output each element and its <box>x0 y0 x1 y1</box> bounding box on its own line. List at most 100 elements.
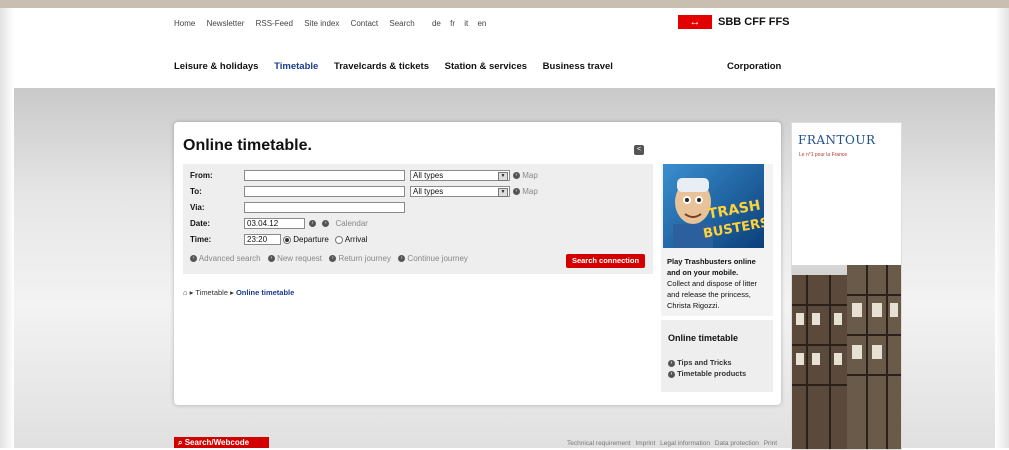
search-icon: ⌕ <box>178 438 183 447</box>
nav-search-link[interactable]: Search <box>389 19 414 28</box>
time-label: Time: <box>190 235 212 244</box>
arrow-right-icon: › <box>668 370 675 378</box>
nav-home-link[interactable]: Home <box>174 19 195 28</box>
frantour-ad[interactable]: FRANTOUR Le n°1 pour la France <box>791 122 902 450</box>
nav-siteindex-link[interactable]: Site index <box>304 19 339 28</box>
footer-legal-link[interactable]: Legal information <box>660 440 710 447</box>
to-type-select[interactable]: All types ▼ <box>410 186 510 197</box>
arrow-right-icon: › <box>513 188 520 196</box>
via-label: Via: <box>190 203 205 212</box>
nav-contact-link[interactable]: Contact <box>351 19 379 28</box>
search-webcode-label: Search/Webcode <box>184 438 250 447</box>
date-input[interactable]: 03.04.12 <box>244 218 305 229</box>
mainnav-leisure[interactable]: Leisure & holidays <box>174 61 258 72</box>
breadcrumb-current: Online timetable <box>235 288 295 297</box>
mainnav-business[interactable]: Business travel <box>543 61 613 72</box>
departure-radio[interactable] <box>283 235 291 244</box>
ad-photo <box>792 265 901 449</box>
breadcrumb: ⌂ ▸ Timetable ▸ Online timetable <box>183 288 294 297</box>
nav-newsletter-link[interactable]: Newsletter <box>207 19 245 28</box>
continue-journey-link[interactable]: Continue journey <box>407 254 467 263</box>
arrow-right-icon: › <box>668 359 675 367</box>
footer-imprint-link[interactable]: Imprint <box>635 440 655 447</box>
to-map-label: Map <box>522 187 538 196</box>
sbb-logo-text: SBB CFF FFS <box>718 16 790 28</box>
from-map-label: Map <box>522 171 538 180</box>
promo-line4: and release the princess, <box>667 290 751 299</box>
lang-de-link[interactable]: de <box>432 19 441 28</box>
date-label: Date: <box>190 219 211 228</box>
chevron-down-icon: ▼ <box>498 188 508 197</box>
lang-fr-link[interactable]: fr <box>450 19 455 28</box>
page-title: Online timetable. <box>183 137 312 154</box>
from-input[interactable] <box>244 170 405 181</box>
search-webcode-button[interactable]: ⌕ Search/Webcode <box>174 437 269 448</box>
online-timetable-sidebox: Online timetable › Tips and Tricks › Tim… <box>661 320 773 392</box>
calendar-link[interactable]: Calendar <box>335 219 367 228</box>
footer-print-link[interactable]: Print <box>764 440 777 447</box>
half-timbered-houses-image <box>792 265 901 449</box>
from-map-link[interactable]: › Map <box>513 171 538 180</box>
to-map-link[interactable]: › Map <box>513 187 538 196</box>
home-icon[interactable]: ⌂ <box>183 288 188 297</box>
date-nav: ‹ › Calendar <box>309 219 368 228</box>
main-navigation: Leisure & holidays Timetable Travelcards… <box>174 61 626 72</box>
lang-it-link[interactable]: it <box>464 19 468 28</box>
breadcrumb-timetable[interactable]: Timetable <box>195 288 228 297</box>
breadcrumb-separator-icon: ▸ <box>189 288 194 297</box>
to-input[interactable] <box>244 186 405 197</box>
mainnav-corporation[interactable]: Corporation <box>727 61 781 72</box>
return-journey-link[interactable]: Return journey <box>338 254 390 263</box>
ad-title: FRANTOUR <box>798 133 876 147</box>
sbb-logo-icon: ↔ <box>678 15 712 29</box>
share-icon[interactable]: < <box>634 145 644 155</box>
trashbusters-image[interactable]: TRASH BUSTERS <box>663 164 764 248</box>
header <box>14 8 995 88</box>
promo-line3: Collect and dispose of litter <box>667 279 758 288</box>
products-label: Timetable products <box>677 369 747 378</box>
trashbusters-promo[interactable]: TRASH BUSTERS Play Trashbusters online a… <box>661 164 773 316</box>
footer-privacy-link[interactable]: Data protection <box>715 440 759 447</box>
form-links: › Advanced search › New request › Return… <box>190 254 468 263</box>
from-type-select[interactable]: All types ▼ <box>410 170 510 181</box>
promo-line5: Christa Rigozzi. <box>667 301 720 310</box>
mainnav-station[interactable]: Station & services <box>445 61 527 72</box>
from-label: From: <box>190 171 213 180</box>
nav-rss-link[interactable]: RSS-Feed <box>256 19 293 28</box>
to-type-value: All types <box>413 187 444 196</box>
mainnav-travelcards[interactable]: Travelcards & tickets <box>334 61 429 72</box>
arrival-radio[interactable] <box>335 235 344 244</box>
tips-link[interactable]: › Tips and Tricks <box>668 358 732 367</box>
promo-line1: Play Trashbusters online <box>667 257 756 266</box>
arrow-right-icon: › <box>329 255 337 263</box>
mainnav-timetable[interactable]: Timetable <box>274 61 318 72</box>
arrow-right-icon: › <box>398 255 406 263</box>
products-link[interactable]: › Timetable products <box>668 369 746 378</box>
prev-day-icon[interactable]: ‹ <box>309 220 316 228</box>
arrow-right-icon: › <box>513 172 520 180</box>
sidebox-title: Online timetable <box>668 333 739 343</box>
tips-label: Tips and Tricks <box>677 358 732 367</box>
arrival-label: Arrival <box>344 235 368 244</box>
via-input[interactable] <box>244 202 405 213</box>
search-connection-button[interactable]: Search connection <box>566 254 645 268</box>
sbb-logo[interactable]: ↔ SBB CFF FFS <box>678 14 790 30</box>
timetable-panel: Online timetable. < From: All types ▼ › … <box>174 122 781 405</box>
chevron-down-icon: ▼ <box>498 172 508 181</box>
right-shadow <box>995 8 1009 448</box>
time-input[interactable]: 23:20 <box>244 234 281 245</box>
footer-tech-link[interactable]: Technical requirement <box>567 440 631 447</box>
breadcrumb-separator-icon: ▸ <box>230 288 234 297</box>
lang-en-link[interactable]: en <box>477 19 486 28</box>
footer-links: Technical requirement Imprint Legal info… <box>567 440 780 447</box>
arrow-right-icon: › <box>267 255 275 263</box>
next-day-icon[interactable]: › <box>322 220 330 228</box>
departure-label: Departure <box>293 235 329 244</box>
advanced-search-link[interactable]: Advanced search <box>199 254 261 263</box>
new-request-link[interactable]: New request <box>277 254 322 263</box>
to-label: To: <box>190 187 202 196</box>
from-type-value: All types <box>413 171 444 180</box>
top-navigation: Home Newsletter RSS-Feed Site index Cont… <box>174 19 493 28</box>
time-mode: Departure Arrival <box>283 235 368 244</box>
promo-line2: and on your mobile. <box>667 268 739 277</box>
